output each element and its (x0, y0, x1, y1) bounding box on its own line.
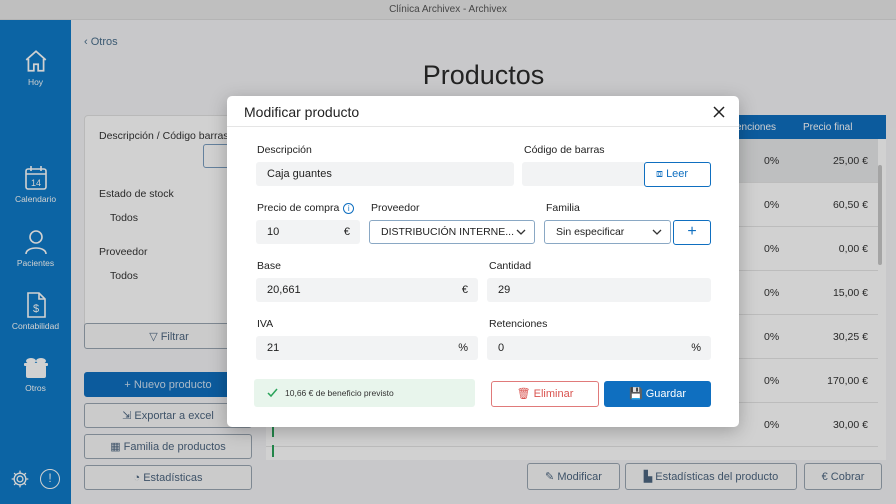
family-select[interactable]: Sin especificar (544, 220, 671, 244)
chevron-down-icon (652, 229, 662, 235)
close-icon[interactable] (711, 104, 727, 120)
retentions-value: 0 (498, 342, 505, 354)
modal-header: Modificar producto (227, 96, 739, 127)
purchase-price-label: Precio de compra i (257, 202, 355, 214)
iva-value: 21 (267, 342, 280, 354)
iva-label: IVA (257, 318, 274, 330)
currency-suffix: € (461, 284, 468, 296)
read-button-label: Leer (666, 168, 689, 180)
save-icon: 💾 (628, 388, 646, 400)
modal-title: Modificar producto (244, 104, 360, 120)
family-value: Sin especificar (556, 226, 625, 238)
percent-suffix: % (458, 342, 468, 354)
family-label: Familia (546, 202, 580, 214)
info-icon[interactable]: i (343, 202, 355, 214)
provider-label: Proveedor (371, 202, 420, 214)
quantity-field[interactable]: 29 (487, 278, 711, 302)
base-label: Base (257, 260, 281, 272)
purchase-price-value: 10 (267, 226, 280, 238)
edit-product-modal: Modificar producto Descripción Caja guan… (227, 96, 739, 427)
barcode-label: Código de barras (524, 144, 605, 156)
retentions-field[interactable]: 0 % (487, 336, 711, 360)
quantity-label: Cantidad (489, 260, 532, 272)
barcode-field[interactable] (522, 162, 646, 186)
check-icon (267, 388, 278, 398)
purchase-price-label-text: Precio de compra (257, 202, 340, 214)
save-button-label: Guardar (645, 388, 687, 400)
profit-note-text: 10,66 € de beneficio previsto (285, 388, 394, 398)
trash-icon: 🗑 (516, 388, 534, 400)
description-label: Descripción (257, 144, 312, 156)
delete-button-label: Eliminar (533, 388, 574, 400)
currency-suffix: € (343, 226, 350, 238)
percent-suffix: % (691, 342, 701, 354)
base-field[interactable]: 20,661 € (256, 278, 478, 302)
base-value: 20,661 (267, 284, 301, 296)
delete-button[interactable]: 🗑 Eliminar (491, 381, 599, 407)
retentions-label: Retenciones (489, 318, 548, 330)
provider-select[interactable]: DISTRIBUCIÓN INTERNE... (369, 220, 535, 244)
add-family-button[interactable]: + (673, 220, 711, 245)
iva-field[interactable]: 21 % (256, 336, 478, 360)
provider-value: DISTRIBUCIÓN INTERNE... (381, 226, 515, 238)
save-button[interactable]: 💾 Guardar (604, 381, 711, 407)
profit-note: 10,66 € de beneficio previsto (254, 379, 475, 407)
purchase-price-field[interactable]: 10 € (256, 220, 360, 244)
barcode-scan-icon: ⧈ (656, 168, 667, 180)
chevron-down-icon (516, 229, 526, 235)
plus-icon: + (687, 223, 697, 240)
read-barcode-button[interactable]: ⧈ Leer (644, 162, 711, 187)
description-field[interactable]: Caja guantes (256, 162, 514, 186)
